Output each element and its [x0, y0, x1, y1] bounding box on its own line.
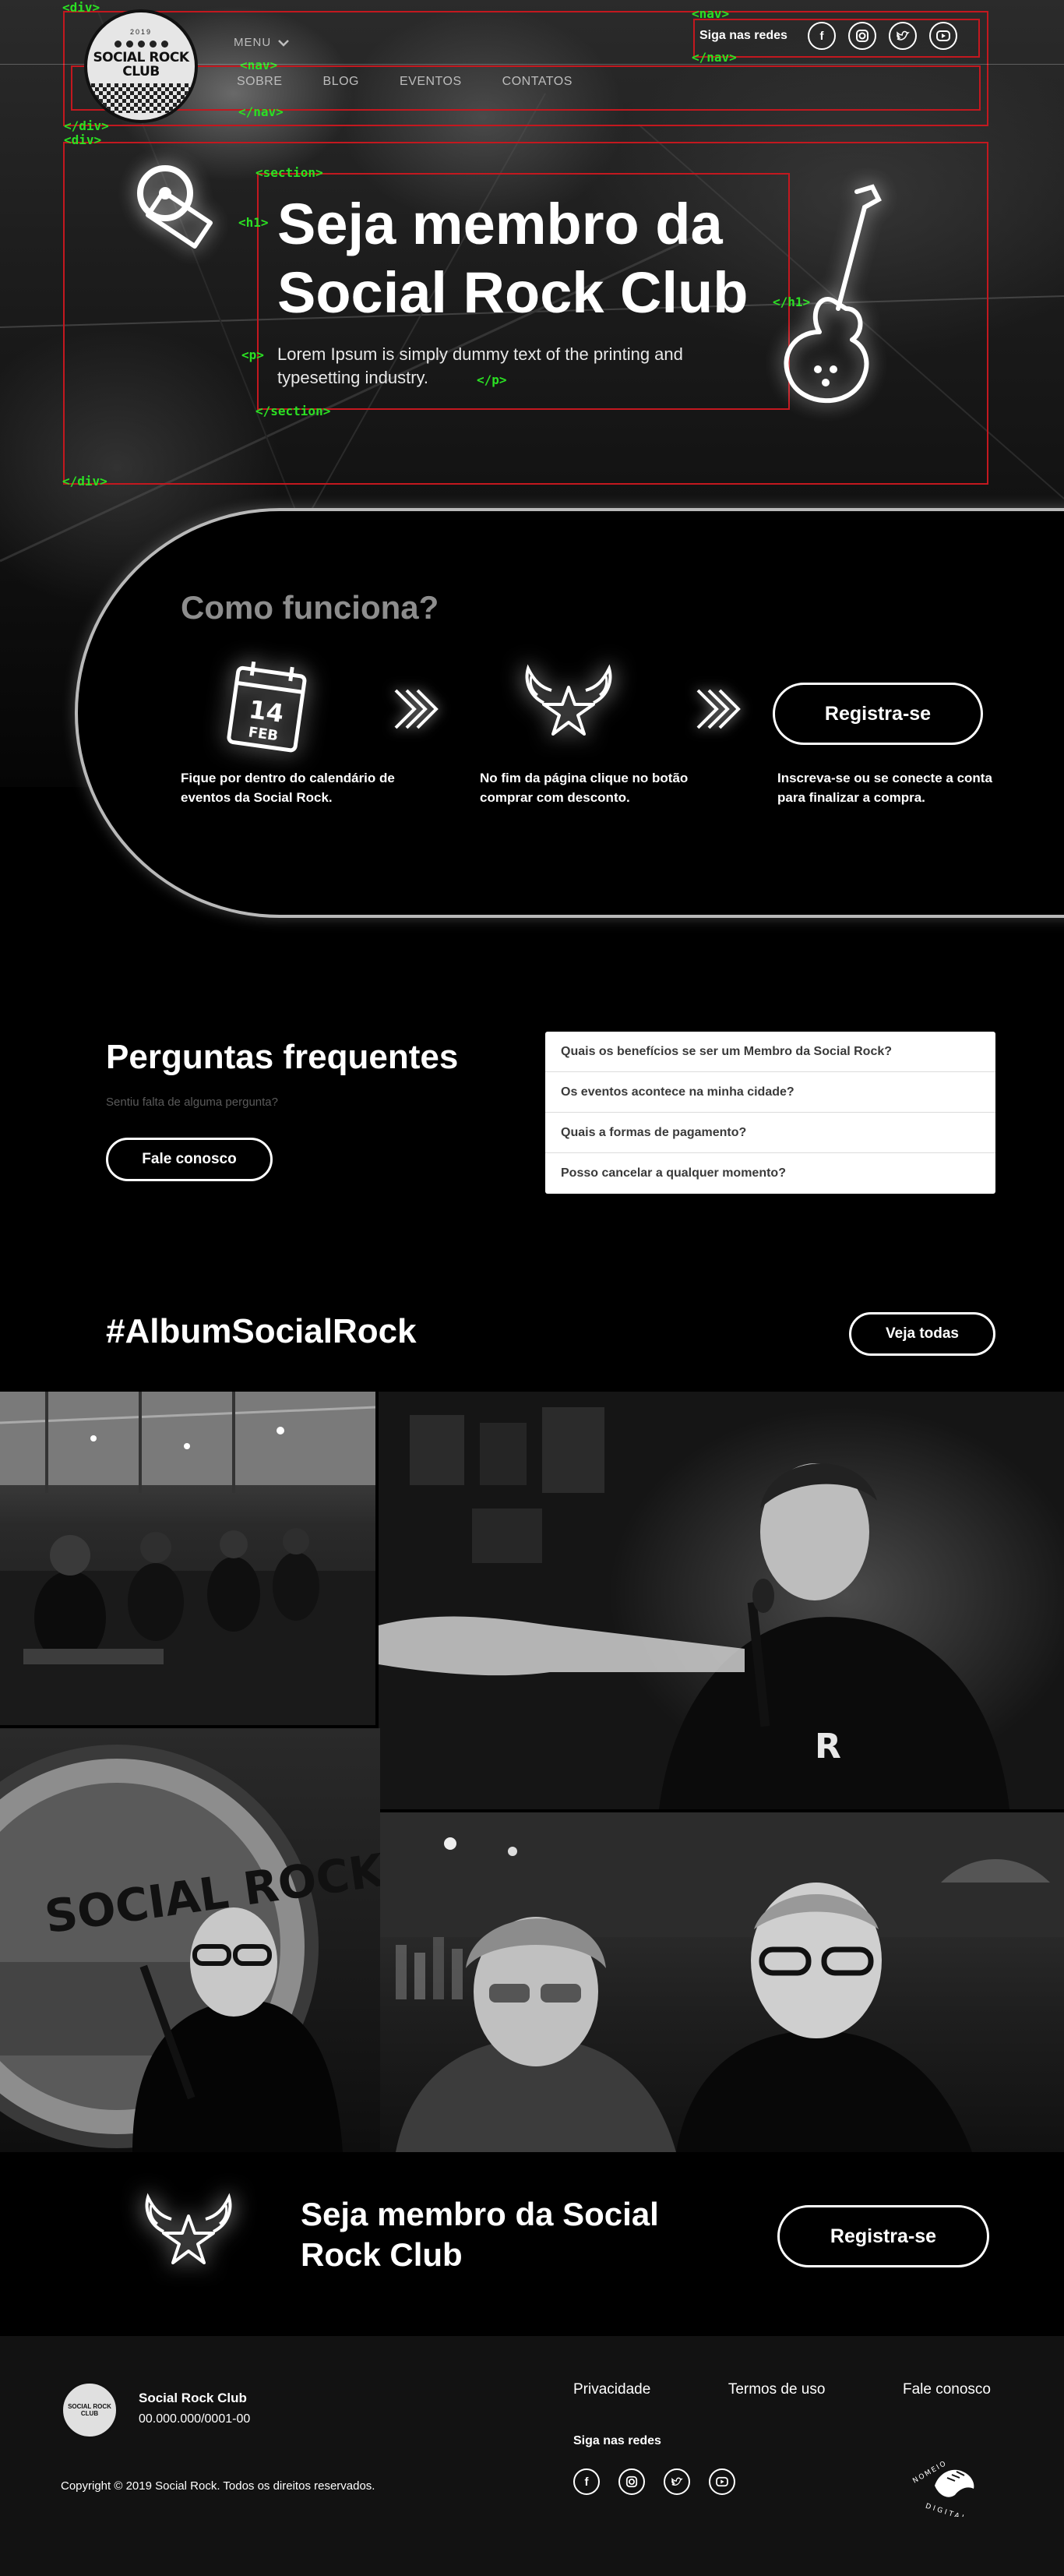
chevron-down-icon	[278, 39, 290, 47]
facebook-icon[interactable]: f	[573, 2468, 600, 2495]
logo-name: SOCIAL ROCK CLUB	[93, 49, 189, 79]
tag-nav-open-social: <nav>	[692, 6, 730, 21]
tag-div-open-2: <div>	[64, 132, 102, 147]
faq-list: Quais os benefícios se ser um Membro da …	[545, 1032, 995, 1194]
faq-subtitle: Sentiu falta de alguma pergunta?	[106, 1096, 278, 1109]
see-all-button[interactable]: Veja todas	[849, 1312, 995, 1356]
studio-logo[interactable]: NOMEIO DIGITAL	[908, 2454, 983, 2517]
facebook-icon[interactable]: f	[807, 22, 836, 50]
header-social: Siga nas redes f	[699, 22, 957, 50]
logo-checker-pattern	[87, 83, 195, 113]
youtube-icon[interactable]	[709, 2468, 735, 2495]
chevrons-right-icon-2	[696, 689, 741, 729]
menu-label: MENU	[234, 36, 272, 49]
chevrons-right-icon	[394, 689, 439, 729]
speaker-illustration: R	[379, 1407, 1009, 1809]
site-logo[interactable]: 2019 SOCIAL ROCK CLUB	[84, 9, 198, 123]
album-title: #AlbumSocialRock	[106, 1312, 417, 1350]
tag-nav-open: <nav>	[240, 58, 278, 72]
footer	[0, 2336, 1064, 2576]
svg-text:14: 14	[247, 694, 285, 729]
footer-logo-text: SOCIAL ROCK CLUB	[68, 2403, 111, 2417]
logo-stage-illustration: SOCIAL ROCK	[0, 1745, 380, 2152]
footer-cnpj: 00.000.000/0001-00	[139, 2412, 251, 2426]
tag-div-close-2: </div>	[62, 474, 107, 489]
album-photo-logo-stage[interactable]: SOCIAL ROCK	[0, 1728, 380, 2152]
winged-star-icon-cta	[145, 2193, 232, 2264]
tag-section-open: <section>	[255, 165, 323, 180]
twitter-icon[interactable]	[888, 22, 917, 50]
tag-p-open: <p>	[241, 348, 264, 362]
tag-div-open: <div>	[62, 0, 100, 15]
nav-link-eventos[interactable]: EVENTOS	[400, 75, 462, 89]
social-label: Siga nas redes	[699, 29, 787, 42]
instagram-icon[interactable]	[847, 22, 876, 50]
tag-section-close: </section>	[255, 404, 331, 418]
menu-toggle[interactable]: MENU	[234, 36, 290, 49]
faq-title: Perguntas frequentes	[106, 1038, 459, 1076]
youtube-icon[interactable]	[928, 22, 957, 50]
main-nav: SOBRE BLOG EVENTOS CONTATOS	[237, 75, 573, 89]
svg-text:R: R	[815, 1727, 841, 1766]
logo-dots	[114, 40, 168, 48]
footer-social: f	[573, 2468, 735, 2495]
nav-link-contatos[interactable]: CONTATOS	[502, 75, 573, 89]
tag-h1-open: <h1>	[238, 215, 269, 230]
instagram-icon[interactable]	[618, 2468, 645, 2495]
contact-button[interactable]: Fale conosco	[106, 1138, 273, 1181]
calendar-icon: 14 FEB	[227, 661, 307, 753]
step-1-text: Fique por dentro do calendário de evento…	[181, 771, 395, 805]
music-player-icon	[137, 165, 213, 249]
hero-title: Seja membro da Social Rock Club	[277, 192, 749, 325]
album-photo-speaker[interactable]: R	[379, 1392, 1064, 1809]
how-title: Como funciona?	[181, 589, 439, 626]
bar-crowd-illustration	[0, 1392, 375, 1725]
footer-link-privacidade[interactable]: Privacidade	[573, 2381, 650, 2398]
footer-company-name: Social Rock Club	[139, 2391, 247, 2405]
faq-item[interactable]: Quais os benefícios se ser um Membro da …	[545, 1032, 995, 1072]
winged-star-icon	[525, 664, 612, 736]
tag-nav-close-social: </nav>	[692, 50, 737, 65]
tag-div-close: </div>	[64, 118, 109, 133]
footer-link-contato[interactable]: Fale conosco	[903, 2381, 991, 2398]
footer-logo[interactable]: SOCIAL ROCK CLUB	[61, 2381, 118, 2439]
register-button-cta[interactable]: Registra-se	[777, 2205, 989, 2267]
faq-item[interactable]: Quais a formas de pagamento?	[545, 1113, 995, 1153]
footer-social-label: Siga nas redes	[573, 2434, 661, 2447]
svg-text:DIGITAL: DIGITAL	[925, 2503, 969, 2517]
svg-text:FEB: FEB	[247, 724, 279, 744]
album-photo-two-men[interactable]	[380, 1812, 1064, 2152]
footer-copyright: Copyright © 2019 Social Rock. Todos os d…	[61, 2479, 375, 2493]
faq-item[interactable]: Posso cancelar a qualquer momento?	[545, 1153, 995, 1194]
step-2-text: No fim da página clique no botão comprar…	[480, 771, 689, 805]
tag-nav-close: </nav>	[238, 104, 284, 119]
footer-links: Privacidade Termos de uso Fale conosco	[573, 2381, 991, 2398]
two-men-illustration	[380, 1812, 1064, 2152]
faq-item[interactable]: Os eventos acontece na minha cidade?	[545, 1072, 995, 1113]
register-button-how[interactable]: Registra-se	[773, 683, 983, 745]
step-3-text: Inscreva-se ou se conecte a conta para f…	[777, 771, 992, 805]
album-photo-bar-crowd[interactable]	[0, 1392, 375, 1725]
hero-text: Lorem Ipsum is simply dummy text of the …	[277, 344, 683, 387]
footer-link-termos[interactable]: Termos de uso	[728, 2381, 826, 2398]
logo-year: 2019	[129, 27, 153, 36]
cta-title: Seja membro da Social Rock Club	[301, 2196, 659, 2273]
nav-link-blog[interactable]: BLOG	[323, 75, 359, 89]
nav-link-sobre[interactable]: SOBRE	[237, 75, 283, 89]
twitter-icon[interactable]	[664, 2468, 690, 2495]
